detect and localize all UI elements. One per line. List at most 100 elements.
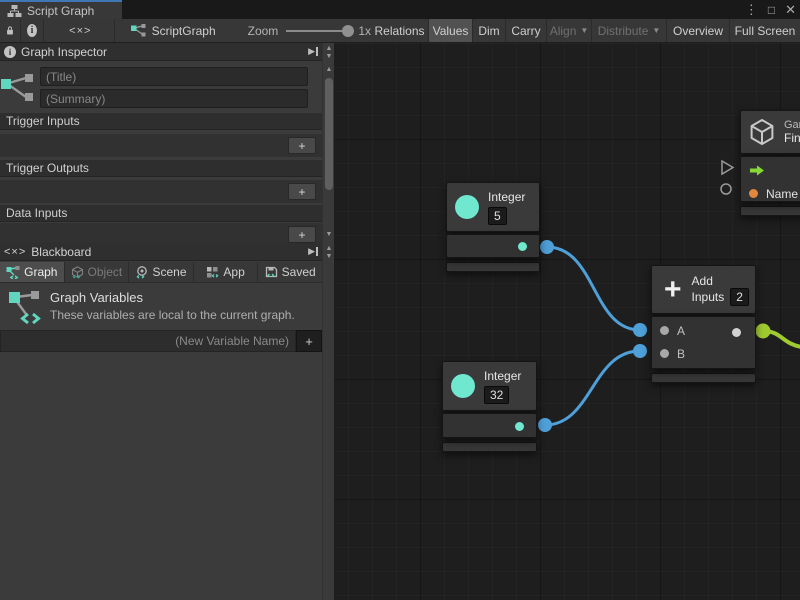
wire-endpoint[interactable] — [540, 240, 554, 254]
wire-int5-to-add-a[interactable] — [547, 247, 640, 330]
scroll-up-icon[interactable]: ▲ — [323, 66, 335, 74]
flow-input-port-icon[interactable] — [749, 165, 765, 176]
window-menu-icon[interactable]: ⋮ — [745, 2, 758, 18]
panel-scrollbar[interactable]: ▲ ▼ ▲ ▼ ▲ ▼ — [322, 43, 334, 600]
integer-value-field[interactable]: 32 — [484, 386, 509, 404]
full-screen-button[interactable]: Full Screen — [730, 19, 800, 42]
blackboard-header: <×> Blackboard ▶ — [0, 243, 322, 261]
scroll-down-icon[interactable]: ▼ — [323, 53, 335, 61]
blackboard-title: Blackboard — [31, 245, 91, 259]
output-port[interactable] — [515, 422, 524, 431]
node-find[interactable]: Gam Fin Name — [740, 110, 800, 216]
output-port[interactable] — [518, 242, 527, 251]
inputs-count-field[interactable]: 2 — [730, 288, 749, 306]
add-data-input-button[interactable]: + — [288, 226, 316, 243]
add-variable-button[interactable]: + — [296, 330, 322, 352]
align-button[interactable]: Align ▼ — [547, 19, 592, 42]
section-data-inputs: Data Inputs — [0, 205, 322, 222]
saved-disk-icon — [265, 266, 278, 279]
values-button[interactable]: Values — [429, 19, 473, 42]
graph-inspector-header: i Graph Inspector ▶ — [0, 43, 322, 61]
variables-description: These variables are local to the current… — [50, 308, 295, 322]
new-variable-row: + — [0, 330, 322, 352]
tab-script-graph[interactable]: Script Graph — [0, 0, 122, 19]
graph-summary-input[interactable] — [40, 89, 308, 108]
dock-icon[interactable]: ▶ — [308, 47, 318, 56]
tab-title: Script Graph — [27, 4, 94, 18]
wire-int32-to-add-b[interactable] — [545, 351, 640, 425]
dock-icon[interactable]: ▶ — [308, 247, 318, 256]
overview-button[interactable]: Overview — [667, 19, 730, 42]
integer-icon — [451, 374, 475, 398]
tab-scene-label: Scene — [152, 265, 186, 279]
graph-name: ScriptGraph — [125, 19, 222, 42]
blackboard-icon: <×> — [4, 246, 26, 258]
relations-button[interactable]: Relations — [371, 19, 429, 42]
add-trigger-input-button[interactable]: + — [288, 137, 316, 154]
node-add[interactable]: + Add Inputs 2 A B — [651, 265, 756, 383]
graph-tree-icon — [7, 4, 22, 18]
integer-value-field[interactable]: 5 — [488, 207, 507, 225]
input-port-a[interactable] — [660, 326, 669, 335]
zoom-value: 1x — [358, 24, 371, 38]
info-icon: i — [4, 46, 16, 58]
lock-icon — [6, 24, 14, 37]
carry-button[interactable]: Carry — [506, 19, 547, 42]
scroll-down-icon[interactable]: ▼ — [323, 253, 335, 261]
variables-title: Graph Variables — [50, 290, 295, 305]
wire-endpoint[interactable] — [756, 324, 771, 339]
unconnected-value-port-icon[interactable] — [721, 184, 731, 194]
node-integer-5[interactable]: Integer 5 — [446, 182, 540, 272]
graph-toolbar: i <×> ScriptGraph Zoom 1x Relations Valu… — [0, 19, 800, 43]
pin-arrow: ▶ — [308, 47, 315, 56]
input-port-b[interactable] — [660, 349, 669, 358]
distribute-button[interactable]: Distribute ▼ — [592, 19, 667, 42]
new-variable-input[interactable] — [0, 330, 296, 352]
scroll-up-icon[interactable]: ▲ — [323, 45, 335, 53]
scene-icon — [135, 266, 148, 279]
node-subtitle: Gam — [784, 119, 800, 131]
name-input-port[interactable] — [749, 189, 758, 198]
zoom-label: Zoom — [248, 24, 279, 38]
graph-title-input[interactable] — [40, 67, 308, 86]
graph-canvas[interactable]: Integer 5 Integer 32 — [334, 43, 800, 600]
port-b-label: B — [677, 347, 685, 361]
zoom-slider[interactable] — [286, 30, 350, 32]
wire-endpoint[interactable] — [538, 418, 552, 432]
distribute-label: Distribute — [598, 24, 649, 38]
integer-icon — [455, 195, 479, 219]
maximize-icon[interactable]: □ — [768, 3, 775, 17]
trigger-inputs-list: + — [0, 134, 322, 157]
dim-button[interactable]: Dim — [473, 19, 506, 42]
wire-endpoint[interactable] — [633, 344, 647, 358]
close-icon[interactable]: ✕ — [785, 2, 796, 18]
node-integer-32[interactable]: Integer 32 — [442, 361, 537, 452]
tab-object-label: Object — [88, 265, 123, 279]
zoom-slider-handle[interactable] — [342, 25, 354, 37]
wire-endpoint[interactable] — [633, 323, 647, 337]
node-footer — [740, 206, 800, 216]
tab-scene[interactable]: Scene — [129, 262, 194, 282]
output-port[interactable] — [732, 328, 741, 337]
script-graph-window: Script Graph ⋮ □ ✕ i <×> ScriptGra — [0, 0, 800, 600]
side-panel: i Graph Inspector ▶ Trigger Inputs + Tri… — [0, 43, 322, 600]
scroll-up-icon[interactable]: ▲ — [323, 245, 335, 253]
info-button[interactable]: i — [21, 19, 44, 42]
port-name-label: Name — [766, 187, 798, 201]
tab-app[interactable]: App — [194, 262, 259, 282]
tab-object[interactable]: Object — [65, 262, 130, 282]
align-label: Align — [550, 24, 577, 38]
blackboard-toggle-button[interactable]: <×> — [47, 19, 115, 42]
tab-saved[interactable]: Saved — [258, 262, 322, 282]
graph-title-block — [0, 62, 322, 113]
add-trigger-output-button[interactable]: + — [288, 183, 316, 200]
add-icon: + — [664, 275, 682, 305]
scrollbar-thumb[interactable] — [325, 78, 333, 190]
lock-button[interactable] — [0, 19, 21, 42]
chevron-down-icon: ▼ — [652, 26, 660, 35]
unconnected-flow-port-icon[interactable] — [722, 161, 733, 174]
graph-name-label: ScriptGraph — [152, 24, 216, 38]
scroll-down-icon[interactable]: ▼ — [323, 231, 335, 239]
tab-graph[interactable]: Graph — [0, 262, 65, 282]
app-icon — [206, 266, 219, 279]
